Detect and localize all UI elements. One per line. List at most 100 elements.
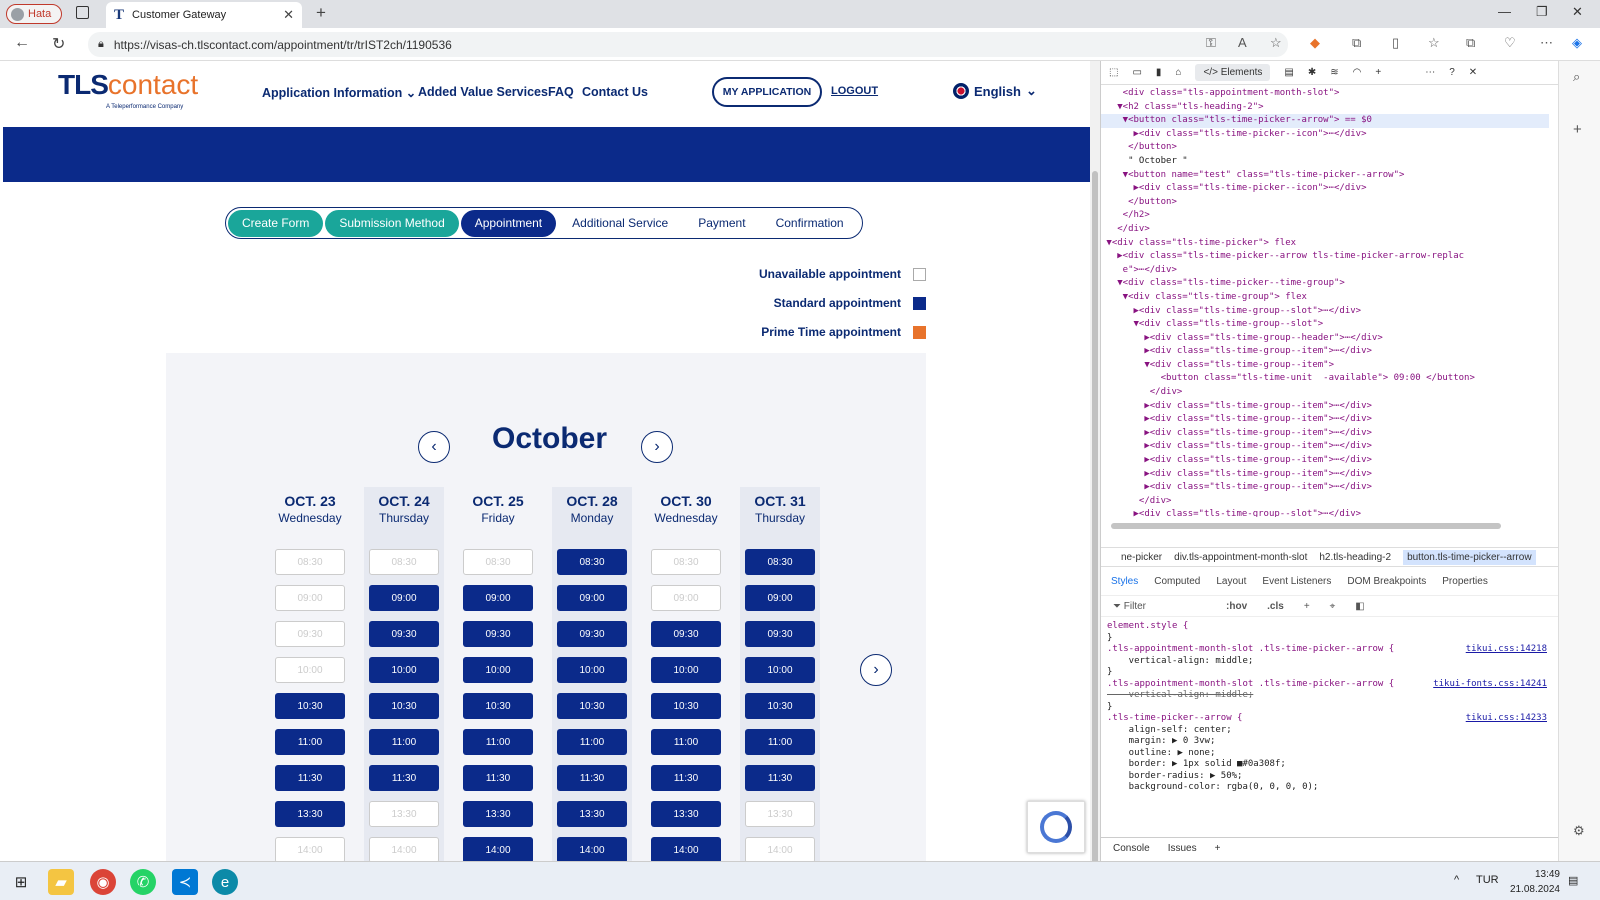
crumb-current[interactable]: button.tls-time-picker--arrow — [1403, 549, 1536, 565]
key-icon[interactable]: ⚿ — [1206, 35, 1216, 51]
color-format-icon[interactable]: ⌖ — [1330, 601, 1336, 612]
time-slot-button[interactable]: 11:30 — [557, 765, 627, 791]
close-tab-icon[interactable]: ✕ — [283, 7, 294, 23]
new-rule-icon[interactable]: + — [1304, 601, 1310, 612]
dom-node-line[interactable]: ▶<div class="tls-time-group--item">⋯</di… — [1101, 400, 1549, 414]
time-slot-button[interactable]: 11:00 — [463, 729, 533, 755]
clock[interactable]: 13:49 21.08.2024 — [1510, 867, 1560, 897]
time-slot-button[interactable]: 14:00 — [651, 837, 721, 861]
time-slot-button[interactable]: 11:30 — [369, 765, 439, 791]
dom-node-line[interactable]: ▶<div class="tls-time-group--header">⋯</… — [1101, 332, 1549, 346]
bug-icon[interactable]: ✱ — [1308, 67, 1316, 78]
time-slot-button[interactable]: 09:30 — [369, 621, 439, 647]
performance-icon[interactable]: ◠ — [1353, 67, 1362, 78]
dom-node-line[interactable]: <div class="tls-appointment-month-slot"> — [1101, 87, 1549, 101]
time-slot-button[interactable]: 11:30 — [651, 765, 721, 791]
style-rule-line[interactable]: outline: ▶ none; — [1107, 748, 1547, 760]
stylesheet-link[interactable]: tikui-fonts.css:14241 — [1433, 679, 1547, 691]
hov-toggle[interactable]: :hov — [1226, 601, 1247, 612]
add-sidebar-app-icon[interactable]: + — [1573, 121, 1582, 138]
style-rule-line[interactable]: align-self: center; — [1107, 725, 1547, 737]
settings-gear-icon[interactable]: ⚙ — [1573, 823, 1585, 839]
style-rule-line[interactable]: .tls-time-picker--arrow {tikui.css:14233 — [1107, 713, 1547, 725]
stylesheet-link[interactable]: tikui.css:14218 — [1466, 644, 1547, 656]
stylesheet-link[interactable]: tikui.css:14233 — [1466, 713, 1547, 725]
page-scrollbar[interactable] — [1090, 61, 1100, 871]
computed-sidebar-icon[interactable]: ◧ — [1355, 601, 1364, 612]
dom-node-line[interactable]: ▼<div class="tls-time-picker--time-group… — [1101, 277, 1549, 291]
dom-node-line[interactable]: ▶<div class="tls-time-group--item">⋯</di… — [1101, 440, 1549, 454]
dom-node-line[interactable]: </div> — [1101, 386, 1549, 400]
time-slot-button[interactable]: 10:30 — [651, 693, 721, 719]
time-slot-button[interactable]: 11:00 — [557, 729, 627, 755]
device-toolbar-icon[interactable]: ▭ — [1132, 67, 1141, 78]
dom-tree[interactable]: <div class="tls-appointment-month-slot">… — [1101, 87, 1549, 517]
dom-node-line[interactable]: " October " — [1101, 155, 1549, 169]
style-rule-line[interactable]: border-radius: ▶ 50%; — [1107, 771, 1547, 783]
console-tab-icon[interactable]: ▤ — [1284, 67, 1293, 78]
style-rule-line[interactable]: vertical-align: middle; — [1107, 656, 1547, 668]
dom-node-line[interactable]: ▶<div class="tls-time-group--item">⋯</di… — [1101, 481, 1549, 495]
time-slot-button[interactable]: 13:30 — [651, 801, 721, 827]
add-tool-icon[interactable]: + — [1375, 67, 1381, 78]
notifications-icon[interactable]: ▤ — [1568, 874, 1578, 887]
cls-toggle[interactable]: .cls — [1267, 601, 1284, 612]
tab-properties[interactable]: Properties — [1442, 576, 1488, 587]
dom-node-line[interactable]: </div> — [1101, 495, 1549, 509]
profile-button[interactable]: Hata — [6, 4, 62, 24]
style-rule-line[interactable]: } — [1107, 633, 1547, 645]
help-icon[interactable]: ? — [1449, 67, 1455, 78]
time-slot-button[interactable]: 11:00 — [369, 729, 439, 755]
time-slot-button[interactable]: 10:30 — [557, 693, 627, 719]
time-slot-button[interactable]: 13:30 — [463, 801, 533, 827]
time-slot-button[interactable]: 10:00 — [369, 657, 439, 683]
search-icon[interactable]: ⌕ — [1573, 69, 1580, 85]
nav-faq[interactable]: FAQ — [548, 85, 574, 99]
styles-pane[interactable]: element.style {} .tls-appointment-month-s… — [1107, 621, 1547, 794]
edge-icon[interactable]: e — [212, 869, 238, 895]
welcome-home-icon[interactable]: ⌂ — [1175, 67, 1181, 78]
extensions-puzzle-icon[interactable]: ⧉ — [1352, 35, 1361, 51]
next-days-button[interactable]: › — [860, 654, 892, 686]
dock-icon[interactable]: ▮ — [1156, 67, 1162, 78]
time-slot-button[interactable]: 11:30 — [463, 765, 533, 791]
time-slot-button[interactable]: 10:00 — [745, 657, 815, 683]
time-slot-button[interactable]: 10:30 — [275, 693, 345, 719]
chrome-icon[interactable]: ◉ — [90, 869, 116, 895]
dom-node-line[interactable]: ▼<div class="tls-time-group--slot"> — [1101, 318, 1549, 332]
time-slot-button[interactable]: 09:30 — [557, 621, 627, 647]
time-slot-button[interactable]: 10:30 — [369, 693, 439, 719]
crumb[interactable]: div.tls-appointment-month-slot — [1174, 552, 1307, 563]
previous-month-button[interactable]: ‹ — [418, 431, 450, 463]
tab-console[interactable]: Console — [1113, 843, 1150, 854]
add-drawer-tab-icon[interactable]: + — [1215, 843, 1221, 854]
vscode-icon[interactable]: ≺ — [172, 869, 198, 895]
copilot-icon[interactable]: ◈ — [1572, 35, 1582, 51]
time-slot-button[interactable]: 09:30 — [463, 621, 533, 647]
more-menu-icon[interactable]: ⋯ — [1540, 35, 1553, 51]
time-slot-button[interactable]: 09:00 — [463, 585, 533, 611]
time-slot-button[interactable]: 10:00 — [651, 657, 721, 683]
time-slot-button[interactable]: 10:00 — [463, 657, 533, 683]
dom-node-line[interactable]: ▼<div class="tls-time-group"> flex — [1101, 291, 1549, 305]
devtools-more-icon[interactable]: ⋯ — [1425, 67, 1435, 78]
tab-issues[interactable]: Issues — [1168, 843, 1197, 854]
address-bar[interactable]: 🔒︎ https://visas-ch.tlscontact.com/appoi… — [88, 32, 1288, 57]
time-slot-button[interactable]: 10:30 — [745, 693, 815, 719]
dom-horizontal-scrollbar[interactable] — [1111, 523, 1501, 529]
time-slot-button[interactable]: 14:00 — [463, 837, 533, 861]
favorite-star-icon[interactable]: ☆ — [1270, 35, 1282, 51]
style-rule-line[interactable]: vertical-align: middle; — [1107, 690, 1547, 702]
dom-node-line[interactable]: ▶<div class="tls-time-picker--icon">⋯</d… — [1101, 182, 1549, 196]
style-rule-line[interactable]: element.style { — [1107, 621, 1547, 633]
dom-node-line[interactable]: e">⋯</div> — [1101, 264, 1549, 278]
dom-node-line[interactable]: </h2> — [1101, 209, 1549, 223]
tab-computed[interactable]: Computed — [1154, 576, 1200, 587]
style-rule-line[interactable]: } — [1107, 702, 1547, 714]
tlscontact-logo[interactable]: TLScontact A Teleperformance Company — [58, 69, 198, 110]
dom-node-line[interactable]: ▼<button name="test" class="tls-time-pic… — [1101, 169, 1549, 183]
time-slot-button[interactable]: 09:00 — [557, 585, 627, 611]
step-payment[interactable]: Payment — [684, 210, 759, 237]
step-submission-method[interactable]: Submission Method — [325, 209, 459, 237]
style-rule-line[interactable]: margin: ▶ 0 3vw; — [1107, 736, 1547, 748]
